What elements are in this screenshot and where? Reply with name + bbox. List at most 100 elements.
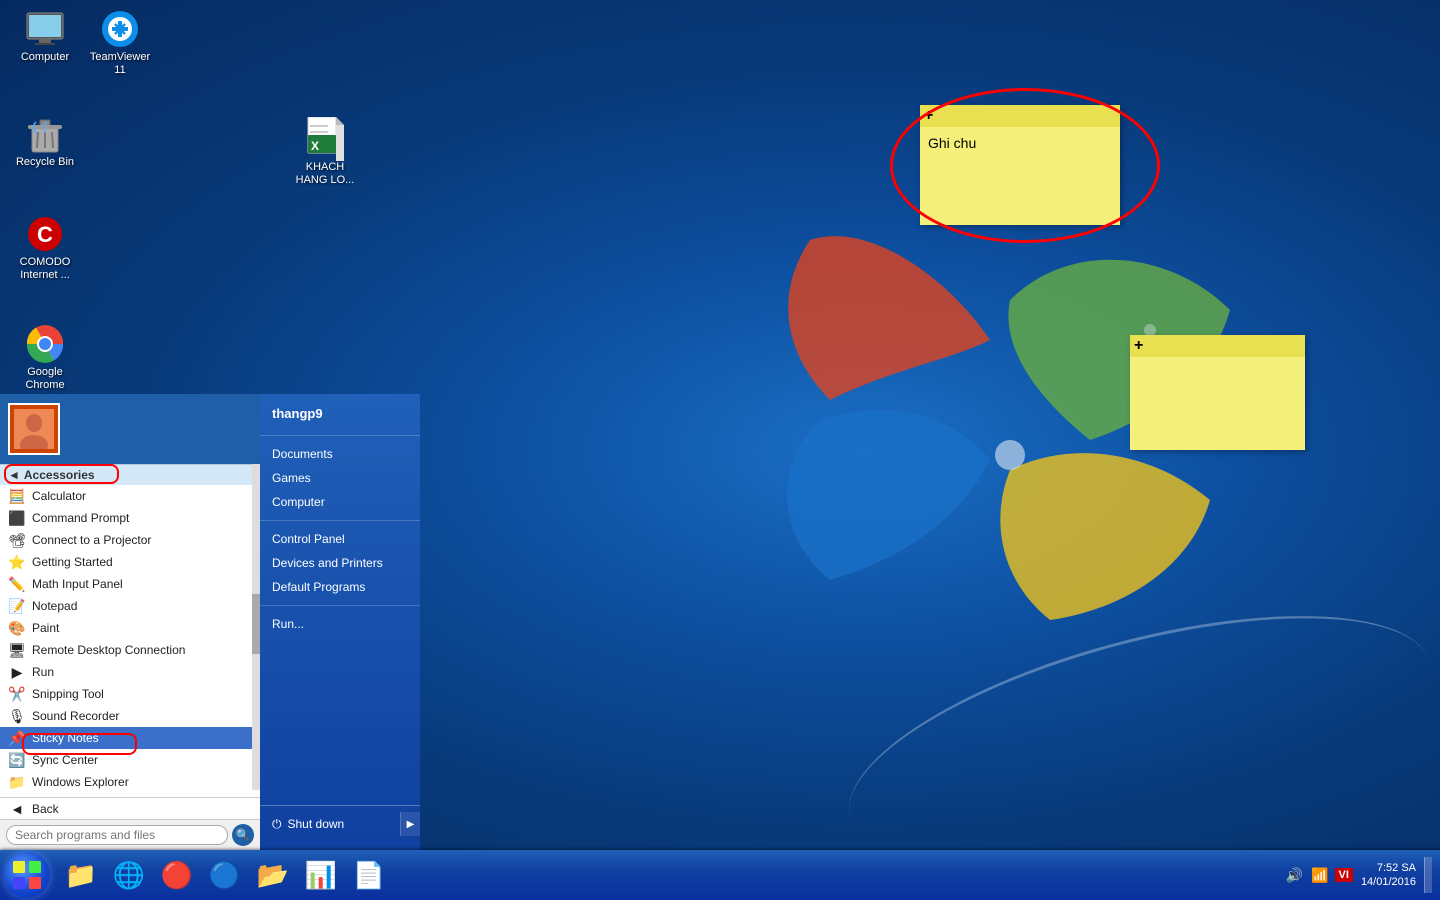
desktop-icon-recycle-bin[interactable]: Recycle Bin (5, 110, 85, 173)
menu-item-paint[interactable]: 🎨 Paint (0, 617, 252, 639)
windows-explorer-label: Windows Explorer (32, 775, 129, 789)
right-item-computer[interactable]: Computer (260, 490, 420, 514)
menu-item-calculator[interactable]: 🧮 Calculator (0, 485, 252, 507)
menu-item-sticky-notes[interactable]: 📌 Sticky Notes (0, 727, 252, 749)
calculator-icon: 🧮 (8, 487, 26, 505)
menu-item-notepad[interactable]: 📝 Notepad (0, 595, 252, 617)
taskbar-item-explorer[interactable]: 📁 (58, 853, 104, 897)
notepad-icon: 📝 (8, 597, 26, 615)
tray-language-icon[interactable]: VI (1335, 868, 1353, 882)
calculator-label: Calculator (32, 489, 86, 503)
opera-tb-icon: 🔴 (161, 860, 193, 891)
getting-started-label: Getting Started (32, 555, 113, 569)
shutdown-arrow-button[interactable]: ▶ (400, 812, 420, 836)
start-orb (4, 852, 50, 898)
start-menu-left: ◄ Accessories 🧮 Calculator ⬛ Command Pro… (0, 394, 260, 850)
excel-file-icon: X (305, 119, 345, 159)
svg-text:C: C (37, 222, 53, 247)
tray-volume-icon[interactable]: 🔊 (1284, 865, 1305, 886)
start-user-section (0, 394, 260, 464)
tray-date: 14/01/2016 (1361, 875, 1416, 889)
taskbar-items: 📁 🌐 🔴 🔵 📂 📊 📄 (54, 850, 1276, 900)
sticky-note-2[interactable]: + (1130, 335, 1305, 450)
taskbar: 📁 🌐 🔴 🔵 📂 📊 📄 🔊 📶 (0, 850, 1440, 900)
recycle-bin-label: Recycle Bin (16, 156, 74, 169)
menu-item-windows-explorer[interactable]: 📁 Windows Explorer (0, 771, 252, 793)
desktop-icon-comodo[interactable]: C COMODOInternet ... (5, 210, 85, 286)
menu-item-connect-projector[interactable]: 📽 Connect to a Projector (0, 529, 252, 551)
right-item-devices-printers[interactable]: Devices and Printers (260, 551, 420, 575)
tray-time: 7:52 SA 14/01/2016 (1357, 861, 1420, 890)
windows-explorer-icon: 📁 (8, 773, 26, 791)
connect-projector-icon: 📽 (8, 531, 26, 549)
chrome-label: GoogleChrome (25, 366, 64, 392)
sync-center-icon: 🔄 (8, 751, 26, 769)
paint-label: Paint (32, 621, 59, 635)
excel-tb-icon: 📊 (305, 860, 337, 891)
start-menu: ◄ Accessories 🧮 Calculator ⬛ Command Pro… (0, 394, 420, 850)
sticky-note-1-text: Ghi chu (928, 135, 976, 151)
system-tray: 🔊 📶 VI 7:52 SA 14/01/2016 (1276, 850, 1440, 900)
right-item-default-programs[interactable]: Default Programs (260, 575, 420, 599)
command-prompt-label: Command Prompt (32, 511, 129, 525)
username-label: thangp9 (260, 402, 420, 429)
taskbar-item-chrome[interactable]: 🔵 (202, 853, 248, 897)
menu-item-remote-desktop[interactable]: 🖥 Remote Desktop Connection (0, 639, 252, 661)
chrome-tb-icon: 🔵 (209, 860, 241, 891)
sync-center-label: Sync Center (32, 753, 98, 767)
sticky-note-1-header: + (920, 105, 1120, 127)
chrome-icon (25, 324, 65, 364)
desktop-icon-chrome[interactable]: GoogleChrome (5, 320, 85, 396)
search-input[interactable] (6, 825, 228, 845)
ie-tb-icon: 🌐 (113, 860, 145, 891)
search-button[interactable]: 🔍 (232, 824, 254, 846)
desktop-icon-computer[interactable]: Computer (5, 5, 85, 68)
right-item-documents[interactable]: Documents (260, 442, 420, 466)
computer-icon-label: Computer (21, 51, 69, 64)
math-input-icon: ✏️ (8, 575, 26, 593)
desktop-icon-khach-hang[interactable]: X KHACHHANG LO... (285, 115, 365, 191)
menu-item-math-input[interactable]: ✏️ Math Input Panel (0, 573, 252, 595)
sticky-note-1[interactable]: + Ghi chu (920, 105, 1120, 225)
right-item-games[interactable]: Games (260, 466, 420, 490)
sticky-notes-label: Sticky Notes (32, 731, 99, 745)
remote-desktop-label: Remote Desktop Connection (32, 643, 185, 657)
shutdown-button[interactable]: ⏻ Shut down (260, 813, 400, 836)
accessories-header: ◄ Accessories (0, 464, 252, 485)
user-avatar (8, 403, 60, 455)
taskbar-item-word[interactable]: 📄 (346, 853, 392, 897)
taskbar-item-opera[interactable]: 🔴 (154, 853, 200, 897)
run-label: Run (32, 665, 54, 679)
tray-show-desktop-icon[interactable] (1424, 857, 1432, 893)
word-tb-icon: 📄 (353, 860, 385, 891)
menu-item-sync-center[interactable]: 🔄 Sync Center (0, 749, 252, 771)
menu-item-getting-started[interactable]: ⭐ Getting Started (0, 551, 252, 573)
menu-item-run[interactable]: ▶ Run (0, 661, 252, 683)
tray-clock: 7:52 SA (1361, 861, 1416, 875)
menu-item-snipping-tool[interactable]: ✂️ Snipping Tool (0, 683, 252, 705)
sticky-note-2-header: + (1130, 335, 1305, 357)
right-item-run[interactable]: Run... (260, 612, 420, 636)
computer-icon (25, 9, 65, 49)
desktop-icon-teamviewer[interactable]: TeamViewer11 (80, 5, 160, 81)
accessories-label: Accessories (24, 468, 95, 482)
connect-projector-label: Connect to a Projector (32, 533, 151, 547)
tray-network-icon[interactable]: 📶 (1309, 865, 1330, 886)
scrollbar-track[interactable] (252, 464, 260, 790)
taskbar-item-file-manager[interactable]: 📂 (250, 853, 296, 897)
back-button[interactable]: ◄ Back (0, 797, 260, 819)
start-button[interactable] (0, 850, 54, 900)
menu-item-sound-recorder[interactable]: 🎙 Sound Recorder (0, 705, 252, 727)
shutdown-section: ⏻ Shut down ▶ (260, 805, 420, 842)
scrollbar-thumb[interactable] (252, 594, 260, 654)
math-input-label: Math Input Panel (32, 577, 123, 591)
taskbar-item-ie[interactable]: 🌐 (106, 853, 152, 897)
comodo-icon: C (25, 214, 65, 254)
menu-item-command-prompt[interactable]: ⬛ Command Prompt (0, 507, 252, 529)
taskbar-item-excel[interactable]: 📊 (298, 853, 344, 897)
sticky-notes-icon: 📌 (8, 729, 26, 747)
sound-recorder-label: Sound Recorder (32, 709, 119, 723)
teamviewer-icon-label: TeamViewer11 (90, 51, 150, 77)
right-item-control-panel[interactable]: Control Panel (260, 527, 420, 551)
sound-recorder-icon: 🎙 (8, 707, 26, 725)
